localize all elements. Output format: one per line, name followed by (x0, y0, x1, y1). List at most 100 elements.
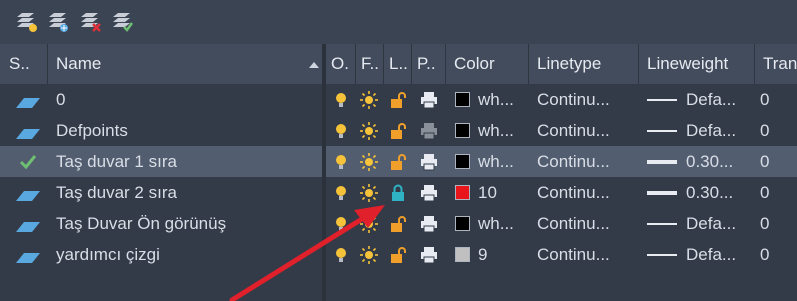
color-name[interactable]: wh... (478, 115, 528, 146)
color-swatch[interactable] (455, 185, 470, 200)
sun-thawed-icon[interactable] (360, 215, 378, 233)
color-swatch[interactable] (455, 154, 470, 169)
layer-properties-row[interactable]: wh... Continu... 0.30... 0 (326, 146, 797, 177)
layer-row[interactable]: Taş Duvar Ön görünüş (0, 208, 322, 239)
layer-name[interactable]: Taş Duvar Ön görünüş (56, 208, 226, 239)
transparency-value[interactable]: 0 (760, 177, 790, 208)
color-name[interactable]: 10 (478, 177, 528, 208)
layer-name[interactable]: Taş duvar 2 sıra (56, 177, 177, 208)
layer-row[interactable]: Taş duvar 2 sıra (0, 177, 322, 208)
lineweight-sample-line (647, 160, 677, 164)
transparency-value[interactable]: 0 (760, 239, 790, 270)
name-header-row: S.. Name (0, 44, 322, 84)
layer-row[interactable]: 0 (0, 84, 322, 115)
new-layer-icon[interactable] (14, 9, 38, 33)
lineweight-sample-line (647, 191, 677, 195)
linetype-column-header[interactable]: Linetype (529, 44, 639, 84)
printer-icon[interactable] (420, 246, 438, 264)
layer-properties-row[interactable]: wh... Continu... Defa... 0 (326, 84, 797, 115)
lock-open-icon[interactable] (389, 122, 407, 140)
color-name[interactable]: 9 (478, 239, 528, 270)
color-name[interactable]: wh... (478, 84, 528, 115)
sun-thawed-icon[interactable] (360, 153, 378, 171)
plot-column-header[interactable]: P.. (412, 44, 446, 84)
layer-row[interactable]: Taş duvar 1 sıra (0, 146, 322, 177)
current-layer-check-icon (18, 152, 38, 172)
lineweight-value[interactable]: Defa... (686, 208, 752, 239)
layer-status-icon (16, 188, 40, 201)
status-column-header[interactable]: S.. (0, 44, 48, 84)
lightbulb-on-icon[interactable] (332, 184, 350, 202)
linetype-value[interactable]: Continu... (537, 146, 637, 177)
layer-properties-pane: O. F.. L.. P.. Color Linetype Lineweight… (326, 44, 797, 301)
color-swatch[interactable] (455, 216, 470, 231)
lightbulb-on-icon[interactable] (332, 122, 350, 140)
sun-thawed-icon[interactable] (360, 246, 378, 264)
pane-splitter[interactable] (322, 44, 326, 301)
lineweight-value[interactable]: 0.30... (686, 177, 752, 208)
layer-name[interactable]: 0 (56, 84, 65, 115)
lineweight-value[interactable]: Defa... (686, 84, 752, 115)
transparency-value[interactable]: 0 (760, 84, 790, 115)
layer-properties-row[interactable]: wh... Continu... Defa... 0 (326, 115, 797, 146)
lineweight-value[interactable]: Defa... (686, 239, 752, 270)
color-name[interactable]: wh... (478, 146, 528, 177)
lock-open-icon[interactable] (389, 246, 407, 264)
printer-disabled-icon[interactable] (420, 122, 438, 140)
color-swatch[interactable] (455, 92, 470, 107)
lock-open-icon[interactable] (389, 91, 407, 109)
lock-closed-icon[interactable] (389, 184, 407, 202)
lightbulb-on-icon[interactable] (332, 153, 350, 171)
linetype-value[interactable]: Continu... (537, 208, 637, 239)
printer-icon[interactable] (420, 153, 438, 171)
lock-column-header[interactable]: L.. (384, 44, 412, 84)
on-column-header[interactable]: O. (326, 44, 356, 84)
printer-icon[interactable] (420, 184, 438, 202)
freeze-column-header[interactable]: F.. (356, 44, 384, 84)
transparency-column-header[interactable]: Tran (755, 44, 797, 84)
lineweight-sample-line (647, 223, 677, 225)
layer-status-icon (16, 126, 40, 139)
transparency-value[interactable]: 0 (760, 146, 790, 177)
linetype-value[interactable]: Continu... (537, 115, 637, 146)
lineweight-value[interactable]: 0.30... (686, 146, 752, 177)
lineweight-sample-line (647, 99, 677, 101)
lightbulb-on-icon[interactable] (332, 215, 350, 233)
sort-ascending-icon (309, 62, 319, 68)
sun-thawed-icon[interactable] (360, 184, 378, 202)
lock-open-icon[interactable] (389, 153, 407, 171)
lineweight-column-header[interactable]: Lineweight (639, 44, 755, 84)
sun-thawed-icon[interactable] (360, 122, 378, 140)
name-column-header[interactable]: Name (48, 44, 322, 84)
layer-properties-row[interactable]: 10 Continu... 0.30... 0 (326, 177, 797, 208)
layer-name[interactable]: Taş duvar 1 sıra (56, 146, 177, 177)
layer-properties-row[interactable]: 9 Continu... Defa... 0 (326, 239, 797, 270)
lock-open-icon[interactable] (389, 215, 407, 233)
color-column-header[interactable]: Color (446, 44, 529, 84)
transparency-value[interactable]: 0 (760, 208, 790, 239)
sun-thawed-icon[interactable] (360, 91, 378, 109)
transparency-value[interactable]: 0 (760, 115, 790, 146)
printer-icon[interactable] (420, 91, 438, 109)
new-layer-vp-frozen-icon[interactable] (46, 9, 70, 33)
lightbulb-on-icon[interactable] (332, 246, 350, 264)
lineweight-value[interactable]: Defa... (686, 115, 752, 146)
delete-layer-icon[interactable] (78, 9, 102, 33)
layer-row[interactable]: Defpoints (0, 115, 322, 146)
color-swatch[interactable] (455, 123, 470, 138)
layer-properties-row[interactable]: wh... Continu... Defa... 0 (326, 208, 797, 239)
layer-name[interactable]: yardımcı çizgi (56, 239, 160, 270)
linetype-value[interactable]: Continu... (537, 84, 637, 115)
layer-name[interactable]: Defpoints (56, 115, 128, 146)
layer-row[interactable]: yardımcı çizgi (0, 239, 322, 270)
lightbulb-on-icon[interactable] (332, 91, 350, 109)
properties-header-row: O. F.. L.. P.. Color Linetype Lineweight… (326, 44, 797, 84)
lineweight-sample-line (647, 130, 677, 132)
set-current-layer-icon[interactable] (110, 9, 134, 33)
printer-icon[interactable] (420, 215, 438, 233)
color-name[interactable]: wh... (478, 208, 528, 239)
linetype-value[interactable]: Continu... (537, 177, 637, 208)
layer-status-icon (16, 95, 40, 108)
linetype-value[interactable]: Continu... (537, 239, 637, 270)
color-swatch[interactable] (455, 247, 470, 262)
